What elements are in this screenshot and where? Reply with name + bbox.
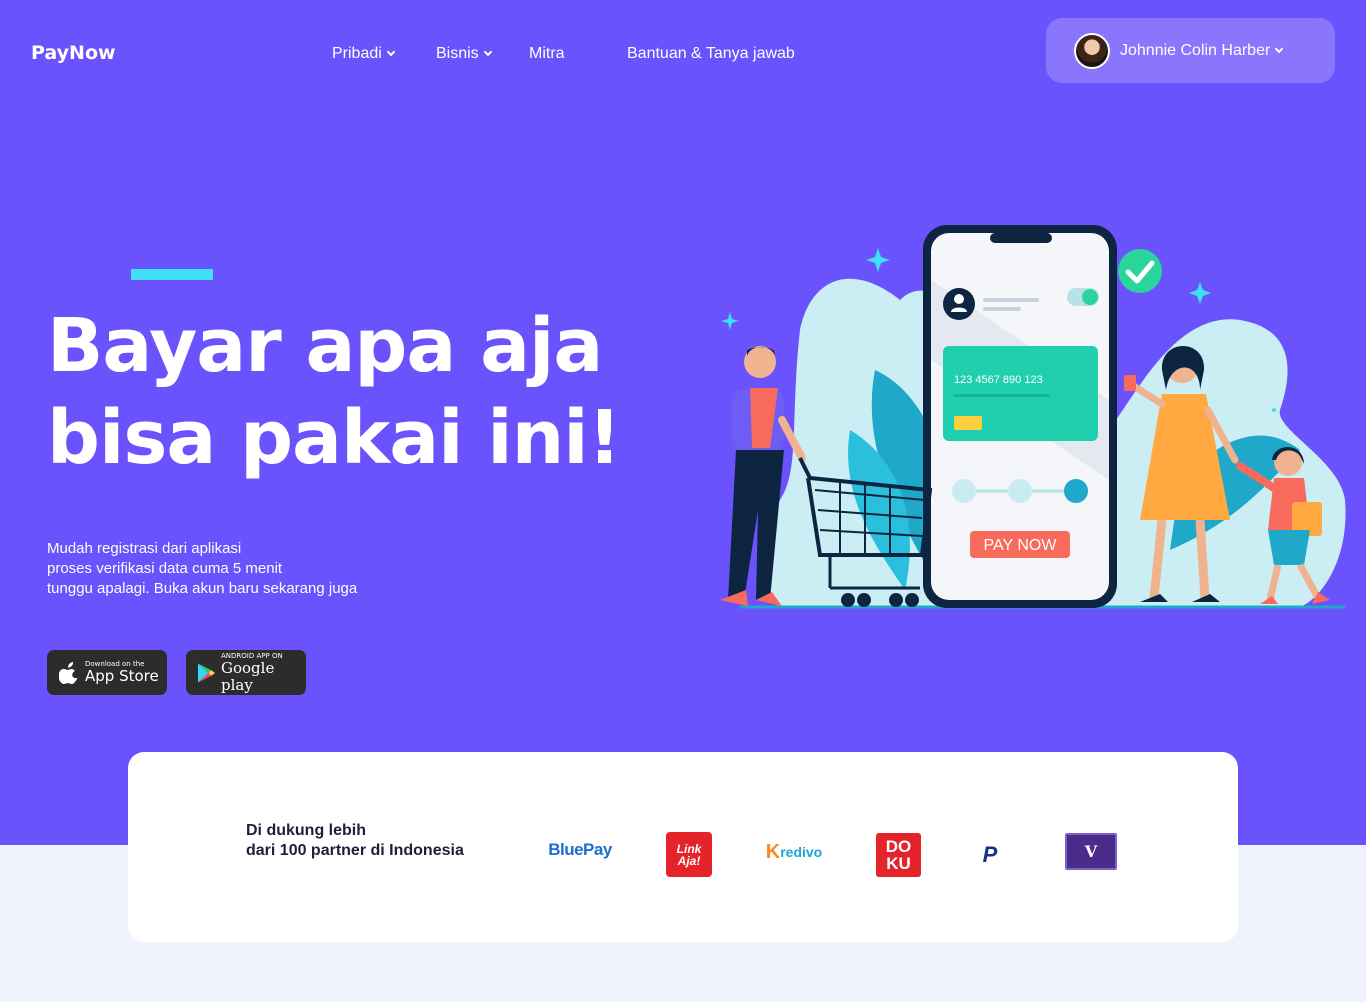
nav-item-label: Mitra <box>529 45 565 62</box>
cart-wheel <box>857 593 871 607</box>
sparkle-dot <box>1272 408 1276 412</box>
nav-item-label: Bantuan & Tanya jawab <box>627 45 795 62</box>
chevron-down-icon <box>1275 44 1284 53</box>
paypal-logo[interactable]: P <box>978 842 1002 868</box>
accent-bar <box>131 269 213 280</box>
nav-item-mitra[interactable]: Mitra <box>529 43 565 65</box>
sparkle-icon <box>721 312 739 330</box>
partner-card: Di dukung lebih dari 100 partner di Indo… <box>128 752 1238 942</box>
google-play-label: Google play <box>221 658 275 694</box>
sparkle-icon <box>866 248 890 272</box>
doku-label-2: KU <box>886 854 911 873</box>
card-chip <box>954 416 982 430</box>
kredivo-logo[interactable]: K redivo <box>762 840 826 864</box>
progress-dot <box>952 479 976 503</box>
app-store-label: App Store <box>85 667 159 685</box>
google-play-text: ANDROID APP ON Google play <box>221 652 306 694</box>
hero-subtext: Mudah registrasi dari aplikasi proses ve… <box>47 539 357 599</box>
doku-label-1: DO <box>885 837 912 856</box>
profile-line <box>983 298 1039 302</box>
kredivo-label: redivo <box>780 844 823 860</box>
brand-logo[interactable]: PayNow <box>31 42 116 64</box>
phone-notch <box>990 233 1052 243</box>
nav-item-label: Bisnis <box>436 45 479 62</box>
profile-head <box>954 294 964 304</box>
toggle-knob <box>1082 289 1098 305</box>
apple-icon <box>59 661 78 684</box>
avatar <box>1074 32 1110 69</box>
app-store-text: Download on the App Store <box>85 660 159 685</box>
check-badge-icon <box>1118 249 1162 293</box>
profile-line <box>983 307 1021 311</box>
chevron-down-icon <box>483 47 492 57</box>
subtext-line: Mudah registrasi dari aplikasi <box>47 540 242 557</box>
doku-logo[interactable]: DO KU <box>876 833 921 877</box>
subtext-line: tunggu apalagi. Buka akun baru sekarang … <box>47 580 358 597</box>
headline-line: Bayar apa aja <box>47 303 603 389</box>
app-store-button[interactable]: Download on the App Store <box>47 650 167 695</box>
sparkle-icon <box>1189 282 1211 304</box>
nav-item-bantuan[interactable]: Bantuan & Tanya jawab <box>627 43 795 65</box>
user-name: Johnnie Colin Harber <box>1120 41 1271 59</box>
cart-wheel <box>889 593 903 607</box>
kredivo-k: K <box>765 840 781 863</box>
nav-item-pribadi[interactable]: Pribadi <box>332 43 396 65</box>
v-label: V <box>1084 842 1098 861</box>
v-logo[interactable]: V <box>1065 833 1117 870</box>
paypal-icon: P <box>982 842 998 867</box>
cart-wheel <box>905 593 919 607</box>
chevron-down-icon <box>386 47 396 57</box>
card-number: 123 4567 890 123 <box>954 374 1043 386</box>
bluepay-logo[interactable]: BluePay <box>548 836 612 864</box>
google-play-icon <box>198 663 216 682</box>
nav-item-label: Pribadi <box>332 45 382 62</box>
partner-line: Di dukung lebih <box>246 822 366 839</box>
bluepay-label: BluePay <box>548 840 612 859</box>
progress-dot <box>1008 479 1032 503</box>
card-line <box>954 394 1050 397</box>
partner-text: Di dukung lebih dari 100 partner di Indo… <box>246 821 464 861</box>
progress-dot-active <box>1064 479 1088 503</box>
partner-line: dari 100 partner di Indonesia <box>246 842 464 859</box>
hero-headline: Bayar apa aja bisa pakai ini! <box>47 300 621 484</box>
linkaja-label-2: Aja! <box>677 853 701 868</box>
woman-leg <box>1195 519 1210 599</box>
linkaja-logo[interactable]: Link Aja! <box>666 832 712 877</box>
headline-line: bisa pakai ini! <box>47 395 621 481</box>
nav-item-bisnis[interactable]: Bisnis <box>436 43 492 65</box>
user-menu-button[interactable]: Johnnie Colin Harber <box>1046 18 1335 83</box>
child-shorts <box>1268 530 1310 565</box>
linkaja-label-1: Link <box>676 841 702 856</box>
payment-illustration: 123 4567 890 123 PAY NOW <box>720 225 1346 609</box>
woman-card <box>1124 375 1136 391</box>
cart-wheel <box>841 593 855 607</box>
google-play-button[interactable]: ANDROID APP ON Google play <box>186 650 306 695</box>
pay-now-label: PAY NOW <box>984 537 1058 554</box>
subtext-line: proses verifikasi data cuma 5 menit <box>47 560 283 577</box>
